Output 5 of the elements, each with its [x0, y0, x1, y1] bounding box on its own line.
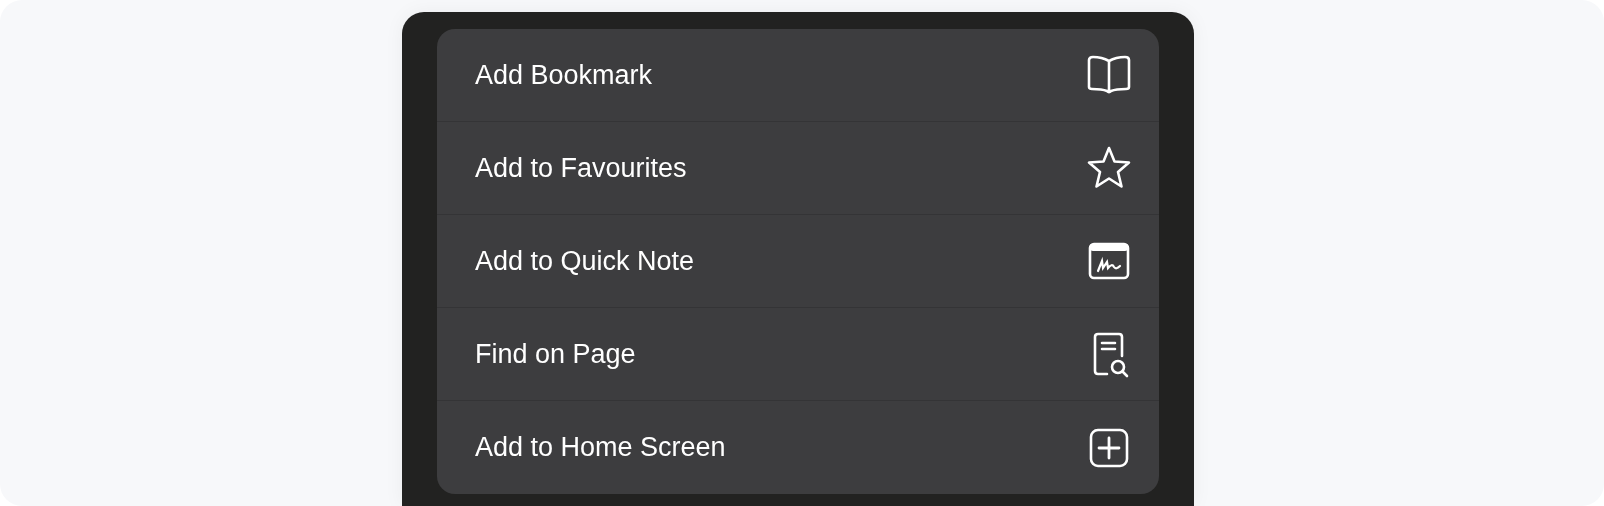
menu-item[interactable]: Add to Quick Note: [437, 215, 1159, 308]
menu-item[interactable]: Add to Home Screen: [437, 401, 1159, 494]
menu-item[interactable]: Add Bookmark: [437, 29, 1159, 122]
menu-item[interactable]: Add to Favourites: [437, 122, 1159, 215]
menu-item[interactable]: Find on Page: [437, 308, 1159, 401]
